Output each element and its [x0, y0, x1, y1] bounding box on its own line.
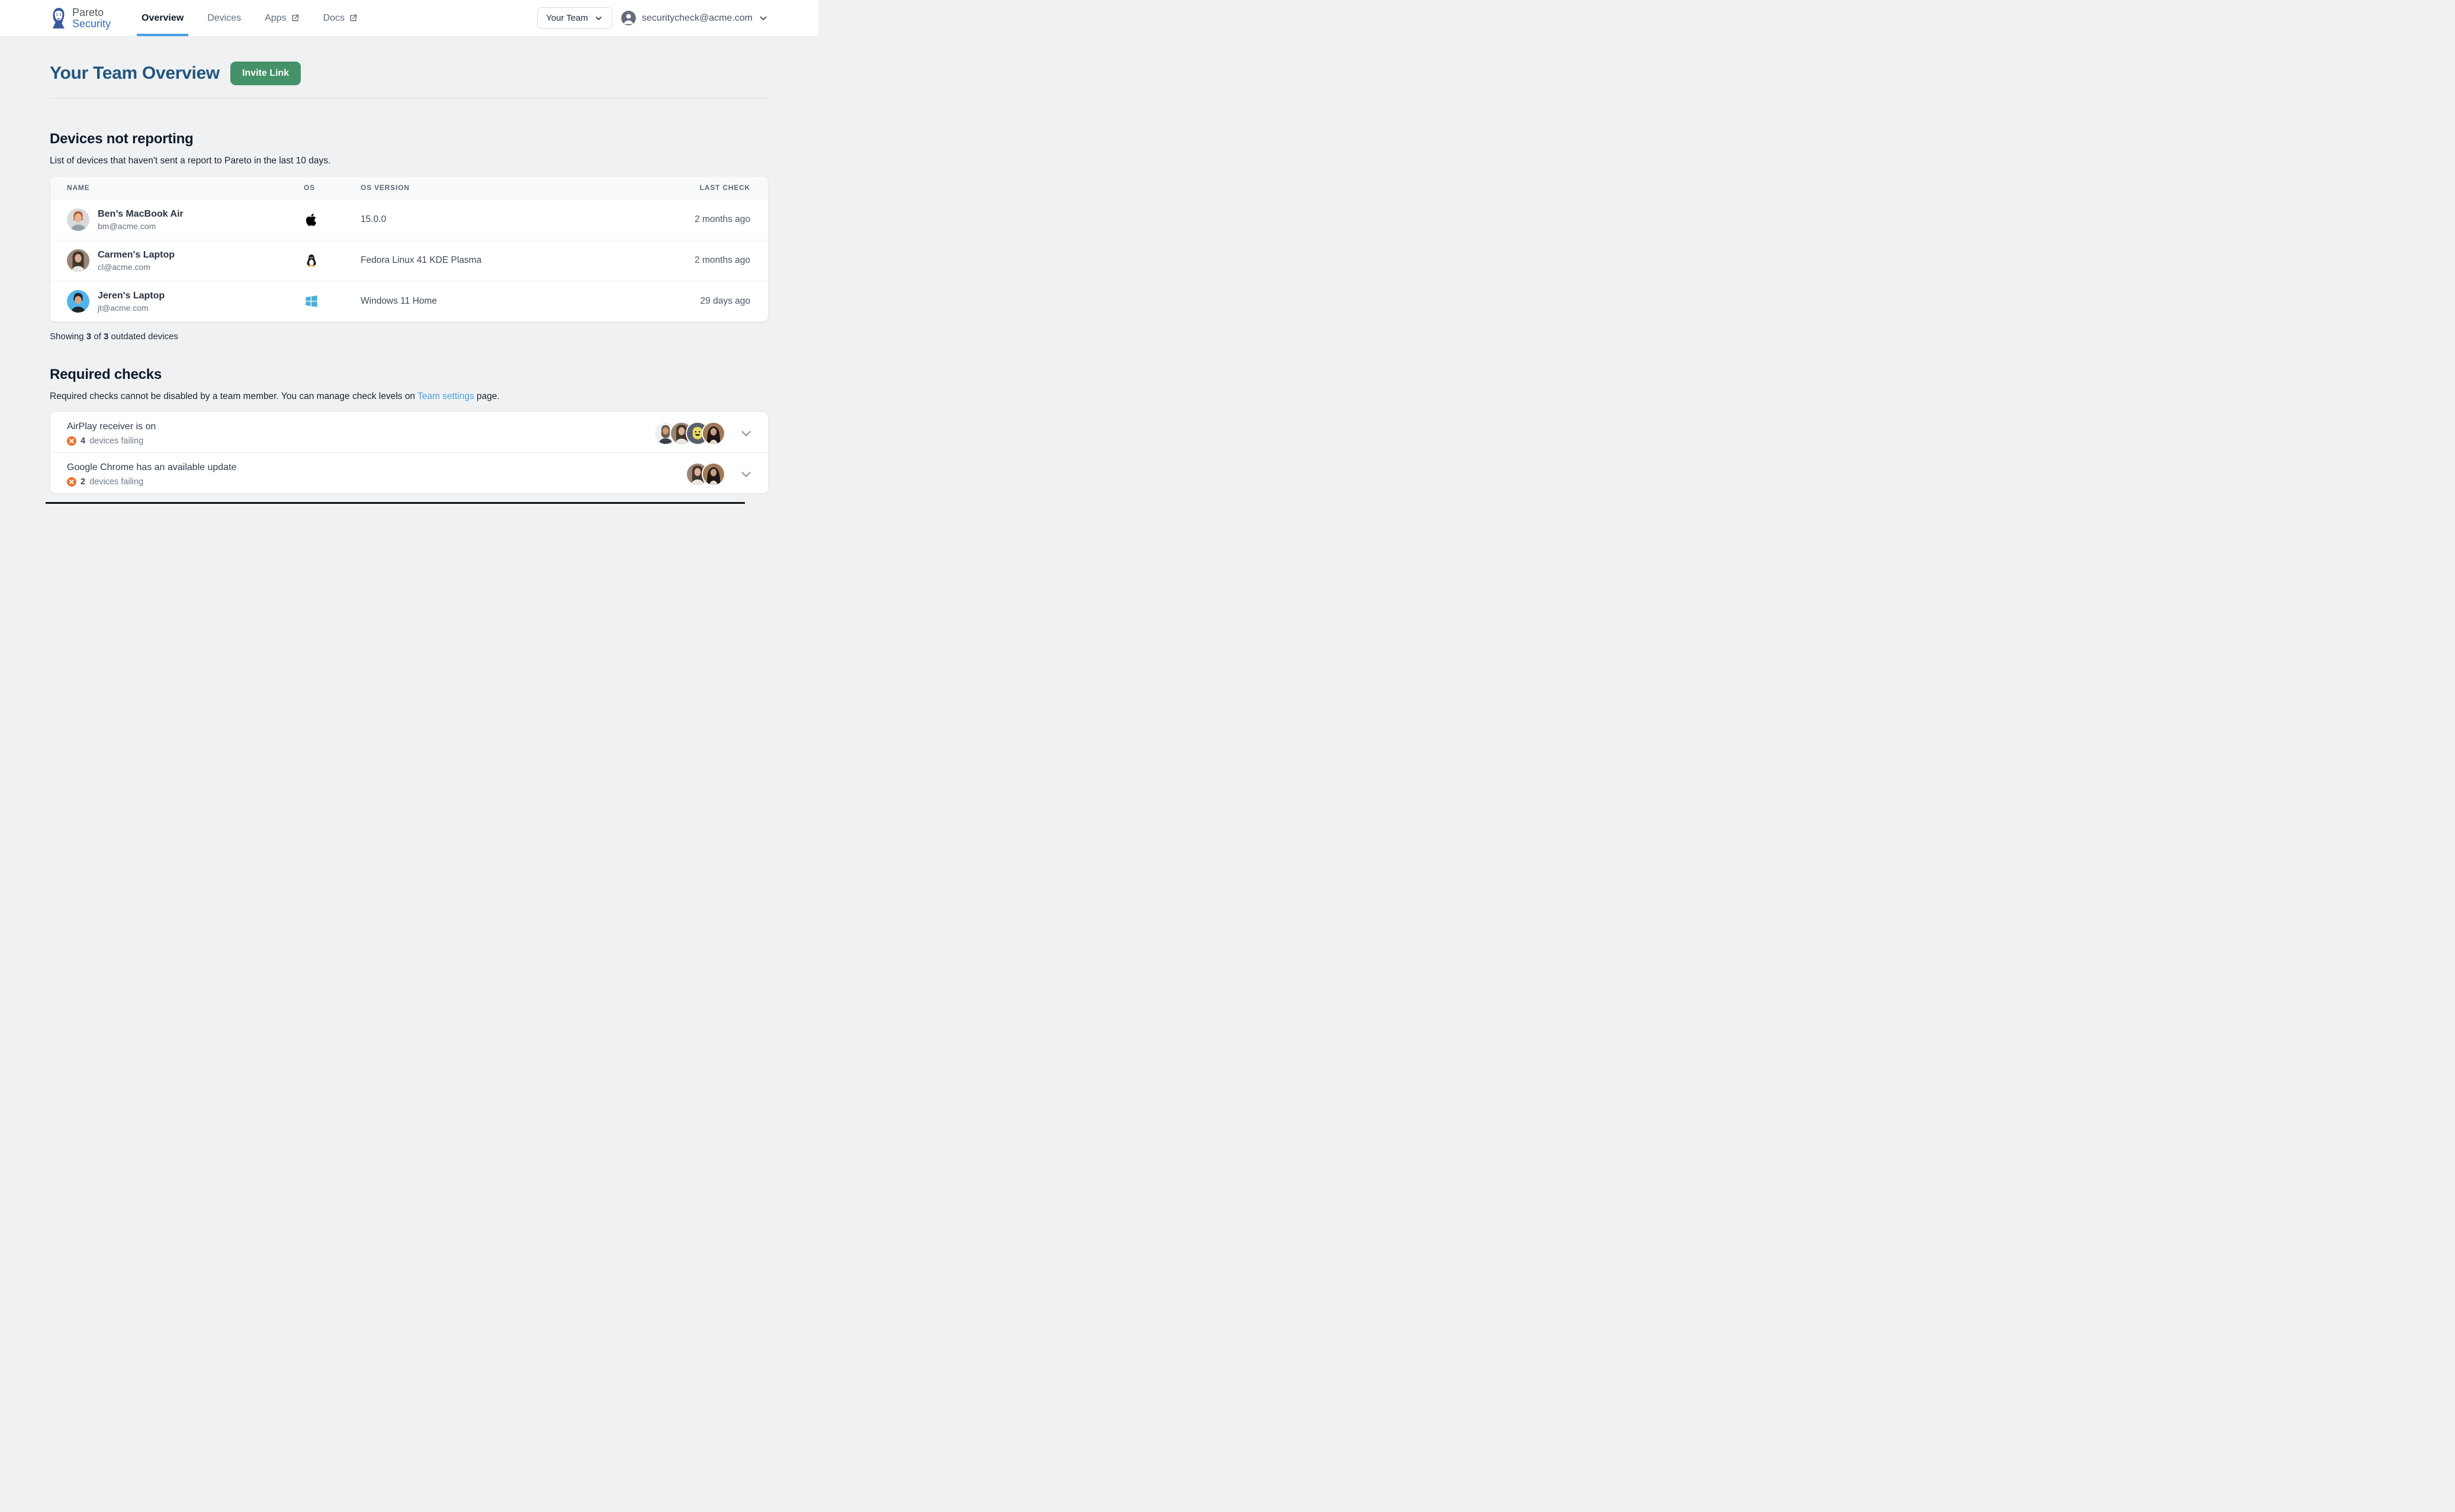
team-selector-button[interactable]: Your Team — [537, 7, 612, 29]
os-version: Windows 11 Home — [361, 296, 632, 307]
failing-x-icon — [67, 436, 76, 446]
nav-tab-apps-label: Apps — [265, 13, 286, 24]
required-checks-description: Required checks cannot be disabled by a … — [50, 391, 769, 402]
brand-wordmark: Pareto Security — [72, 7, 111, 30]
summary-of: of — [91, 332, 104, 342]
windows-icon — [304, 294, 319, 309]
linux-tux-icon — [304, 253, 319, 268]
devices-section-heading: Devices not reporting — [50, 131, 769, 147]
last-check: 2 months ago — [632, 214, 750, 225]
pareto-security-logo[interactable]: Pareto Security — [50, 7, 111, 30]
user-avatar-icon — [621, 10, 637, 26]
team-settings-link[interactable]: Team settings — [417, 391, 474, 401]
check-row-airplay[interactable]: AirPlay receiver is on 4 devices failing — [50, 412, 768, 452]
failing-x-icon — [67, 477, 76, 487]
device-owner-email: jt@acme.com — [98, 303, 165, 313]
pareto-face-logo-icon — [50, 7, 67, 30]
failing-label: devices failing — [89, 477, 143, 487]
chevron-down-icon[interactable] — [740, 427, 753, 440]
title-divider — [50, 98, 769, 99]
column-header-last-check: Last Check — [632, 184, 750, 192]
brand-line-2: Security — [72, 18, 111, 30]
device-owner-email: bm@acme.com — [98, 221, 184, 231]
failing-devices-avatar-stack — [687, 464, 724, 485]
failing-count: 2 — [81, 477, 85, 487]
summary-prefix: Showing — [50, 332, 86, 342]
description-text: Required checks cannot be disabled by a … — [50, 391, 417, 401]
avatar-brown-haired-woman — [67, 249, 89, 272]
apple-icon — [304, 212, 319, 227]
summary-total-count: 3 — [104, 332, 108, 342]
avatar-man-with-cap — [67, 290, 89, 313]
table-row-jerens-laptop: Jeren's Laptop jt@acme.com Windows 11 Ho… — [50, 281, 768, 321]
description-text: page. — [474, 391, 500, 401]
nav-tab-docs[interactable]: Docs — [323, 0, 358, 36]
os-version: 15.0.0 — [361, 214, 632, 225]
summary-suffix: outdated devices — [108, 332, 178, 342]
external-link-icon — [291, 14, 300, 22]
devices-section-description: List of devices that haven't sent a repo… — [50, 156, 769, 166]
column-header-os: OS — [304, 184, 361, 192]
device-owner-email: cl@acme.com — [98, 262, 175, 272]
nav-tab-apps[interactable]: Apps — [265, 0, 299, 36]
page-content: Your Team Overview Invite Link Devices n… — [0, 62, 818, 494]
nav-tab-devices-label: Devices — [207, 13, 241, 24]
brand-line-1: Pareto — [72, 7, 111, 18]
column-header-os-version: OS Version — [361, 184, 632, 192]
external-link-icon — [349, 14, 358, 22]
check-title: Google Chrome has an available update — [67, 461, 236, 474]
account-menu[interactable]: securitycheck@acme.com — [621, 10, 769, 26]
screenshot-bottom-edge — [46, 502, 745, 504]
last-check: 2 months ago — [632, 255, 750, 266]
chevron-down-icon — [594, 14, 603, 23]
failing-count: 4 — [81, 436, 85, 446]
devices-table-card: Name OS OS Version Last Check Ben’s MacB… — [50, 176, 769, 322]
table-row-carmens-laptop: Carmen's Laptop cl@acme.com — [50, 240, 768, 281]
column-header-name: Name — [67, 184, 304, 192]
device-name: Jeren's Laptop — [98, 291, 165, 301]
avatar-dark-haired-woman — [703, 464, 724, 485]
table-row-bens-macbook-air: Ben’s MacBook Air bm@acme.com 15.0.0 2 m… — [50, 199, 768, 240]
required-checks-card: AirPlay receiver is on 4 devices failing — [50, 411, 769, 494]
devices-summary: Showing 3 of 3 outdated devices — [50, 332, 769, 342]
avatar-dark-haired-woman — [703, 423, 724, 444]
last-check: 29 days ago — [632, 296, 750, 307]
nav-tab-overview[interactable]: Overview — [142, 0, 184, 36]
device-name: Ben’s MacBook Air — [98, 209, 184, 220]
os-version: Fedora Linux 41 KDE Plasma — [361, 255, 632, 266]
account-email: securitycheck@acme.com — [642, 13, 753, 24]
top-navigation-bar: Pareto Security Overview Devices Apps Do… — [0, 0, 818, 37]
nav-tab-devices[interactable]: Devices — [207, 0, 241, 36]
page-title: Your Team Overview — [50, 63, 220, 83]
team-selector-label: Your Team — [546, 13, 588, 23]
page-title-row: Your Team Overview Invite Link — [50, 62, 769, 85]
device-name: Carmen's Laptop — [98, 250, 175, 260]
summary-shown-count: 3 — [86, 332, 91, 342]
nav-tab-docs-label: Docs — [323, 13, 345, 24]
check-title: AirPlay receiver is on — [67, 420, 156, 433]
header-right-group: Your Team securitycheck@acme.com — [537, 7, 769, 29]
required-checks-heading: Required checks — [50, 366, 769, 383]
avatar-red-haired-man — [67, 208, 89, 231]
chevron-down-icon[interactable] — [740, 468, 753, 481]
failing-label: devices failing — [89, 436, 143, 446]
check-row-chrome-update[interactable]: Google Chrome has an available update 2 … — [50, 452, 768, 493]
main-nav: Overview Devices Apps Docs — [142, 0, 358, 36]
nav-tab-overview-label: Overview — [142, 13, 184, 24]
failing-devices-avatar-stack — [655, 423, 724, 444]
chevron-down-icon — [758, 13, 769, 24]
devices-table-header: Name OS OS Version Last Check — [50, 176, 768, 199]
invite-link-button[interactable]: Invite Link — [230, 62, 301, 85]
